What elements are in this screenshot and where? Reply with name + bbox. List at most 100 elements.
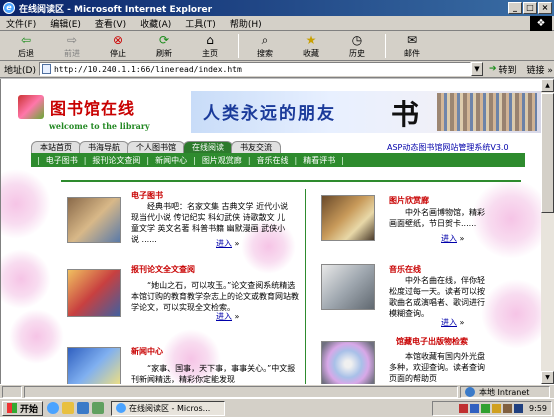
section-title-music[interactable]: 音乐在线 xyxy=(389,264,421,275)
tray-icon[interactable] xyxy=(481,404,491,413)
nav-music[interactable]: 音乐在线 xyxy=(257,155,289,166)
enter-link-gallery[interactable]: 进入 » xyxy=(441,233,464,244)
ie-icon xyxy=(116,403,127,413)
scroll-down-button[interactable]: ▼ xyxy=(541,371,554,384)
outlook-quicklaunch-icon[interactable] xyxy=(62,402,75,414)
section-title-ebooks[interactable]: 电子图书 xyxy=(131,190,163,201)
address-dropdown-button[interactable]: ▼ xyxy=(470,62,483,76)
music-thumbnail[interactable] xyxy=(321,264,375,310)
page-content: 图书馆在线 welcome to the library 人类永远的朋友 书 本… xyxy=(0,79,541,384)
back-arrow-icon: ⇦ xyxy=(20,32,32,47)
address-input[interactable]: http://10.240.1.1:66/lineread/index.htm xyxy=(38,62,471,76)
language-icon[interactable] xyxy=(514,404,524,413)
go-arrow-icon: ➔ xyxy=(488,64,497,74)
home-icon: ⌂ xyxy=(206,32,214,47)
links-button[interactable]: 链接 » xyxy=(527,63,553,76)
section-title-cdrom[interactable]: 馆藏电子出版物检索 xyxy=(396,336,468,347)
go-button[interactable]: ➔ 转到 xyxy=(489,63,517,76)
menu-edit[interactable]: 编辑(E) xyxy=(50,17,81,30)
desktop-quicklaunch-icon[interactable] xyxy=(77,402,90,414)
refresh-icon: ⟳ xyxy=(158,32,170,47)
enter-link-ebooks[interactable]: 进入 » xyxy=(216,238,239,249)
tray-icon[interactable] xyxy=(470,404,480,413)
tray-icon[interactable] xyxy=(492,404,502,413)
petal-decoration xyxy=(1,249,51,309)
toolbar-separator xyxy=(385,33,386,58)
slogan-book-char: 书 xyxy=(391,98,420,131)
tab-online-reading[interactable]: 在线阅读 xyxy=(183,141,233,153)
slogan-banner: 人类永远的朋友 书 xyxy=(191,91,541,133)
menu-file[interactable]: 文件(F) xyxy=(6,17,36,30)
home-button[interactable]: ⌂ 主页 xyxy=(188,32,232,60)
tab-personal-library[interactable]: 个人图书馆 xyxy=(127,141,185,153)
system-name[interactable]: ASP动态图书馆网站管理系统V3.0 xyxy=(387,142,509,153)
section-title-news[interactable]: 新闻中心 xyxy=(131,346,163,357)
nav-gallery[interactable]: 图片观赏廊 xyxy=(202,155,242,166)
refresh-button[interactable]: ⟳ 刷新 xyxy=(142,32,186,60)
tab-book-navigation[interactable]: 书海导航 xyxy=(79,141,129,153)
menu-tools[interactable]: 工具(T) xyxy=(185,17,216,30)
section-text-ebooks: 经典书吧：名家文集 古典文学 近代小说 现当代小说 传记纪实 科幻武侠 诗歌散文… xyxy=(131,202,289,244)
close-button[interactable]: × xyxy=(538,2,552,14)
favorites-button[interactable]: ★ 收藏 xyxy=(289,32,333,60)
section-title-gallery[interactable]: 图片欣赏廊 xyxy=(389,195,429,206)
forward-arrow-icon: ⇨ xyxy=(66,32,78,47)
tab-home[interactable]: 本站首页 xyxy=(31,141,81,153)
site-logo[interactable]: 图书馆在线 xyxy=(18,95,135,119)
address-bar: 地址(D) http://10.240.1.1:66/lineread/inde… xyxy=(0,61,554,78)
taskbar-item-ie[interactable]: 在线阅读区 - Micros... xyxy=(111,400,226,416)
site-subtitle: welcome to the library xyxy=(49,121,150,131)
cdrom-thumbnail[interactable] xyxy=(321,341,375,384)
nav-news[interactable]: 新闻中心 xyxy=(155,155,187,166)
minimize-button[interactable]: _ xyxy=(508,2,522,14)
maximize-button[interactable]: □ xyxy=(523,2,537,14)
menu-view[interactable]: 查看(V) xyxy=(95,17,126,30)
section-title-papers[interactable]: 报刊论文全文查阅 xyxy=(131,264,195,275)
ie-quicklaunch-icon[interactable] xyxy=(47,402,60,414)
section-text-music: 中外名曲在线，伴你轻松度过每一天。读者可以按歌曲名或演唱者、歌词进行模糊查询。 xyxy=(389,276,485,318)
stop-icon: ⊗ xyxy=(112,32,124,47)
channel-quicklaunch-icon[interactable] xyxy=(92,402,105,414)
papers-thumbnail[interactable] xyxy=(67,269,121,317)
ebook-thumbnail[interactable] xyxy=(67,197,121,243)
volume-icon[interactable] xyxy=(503,404,513,413)
gallery-thumbnail[interactable] xyxy=(321,195,375,241)
window-title: 在线阅读区 - Microsoft Internet Explorer xyxy=(19,4,213,15)
enter-link-papers[interactable]: 进入 » xyxy=(216,311,239,322)
windows-flag-icon xyxy=(7,403,17,413)
section-text-gallery: 中外名画博物馆，精彩画面壁纸，节日贺卡...... xyxy=(389,208,485,228)
scroll-up-button[interactable]: ▲ xyxy=(541,79,554,92)
vertical-scrollbar[interactable]: ▲ ▼ xyxy=(541,79,554,384)
start-button[interactable]: 开始 xyxy=(2,400,44,416)
stop-button[interactable]: ⊗ 停止 xyxy=(96,32,140,60)
column-divider xyxy=(305,189,306,384)
nav-ebooks[interactable]: 电子图书 xyxy=(46,155,78,166)
enter-link-music[interactable]: 进入 » xyxy=(441,317,464,328)
nav-papers[interactable]: 报刊论文查阅 xyxy=(92,155,140,166)
section-text-news: “家事、国事，天下事，事事关心。”中文报刊新闻精选，精彩你定能发现 xyxy=(131,364,296,384)
favorites-folder-icon: ★ xyxy=(305,32,317,47)
intranet-icon xyxy=(465,387,475,397)
status-text xyxy=(24,385,458,398)
back-button[interactable]: ⇦ 后退 xyxy=(4,32,48,60)
nav-storytelling[interactable]: 精看评书 xyxy=(303,155,335,166)
title-bar: e 在线阅读区 - Microsoft Internet Explorer _ … xyxy=(0,0,554,16)
search-button[interactable]: ⌕ 搜索 xyxy=(243,32,287,60)
address-url: http://10.240.1.1:66/lineread/index.htm xyxy=(53,64,242,74)
petal-decoration xyxy=(481,279,541,349)
menu-help[interactable]: 帮助(H) xyxy=(230,17,262,30)
quick-launch xyxy=(47,402,107,414)
system-tray: 9:59 xyxy=(432,401,552,416)
tab-book-friends[interactable]: 书友交流 xyxy=(231,141,281,153)
tray-icon[interactable] xyxy=(459,404,469,413)
forward-button[interactable]: ⇨ 前进 xyxy=(50,32,94,60)
history-button[interactable]: ◷ 历史 xyxy=(335,32,379,60)
address-label: 地址(D) xyxy=(4,65,36,76)
scroll-thumb[interactable] xyxy=(541,93,554,213)
menu-favorites[interactable]: 收藏(A) xyxy=(140,17,171,30)
clock[interactable]: 9:59 xyxy=(529,404,547,413)
toolbar: ⇦ 后退 ⇨ 前进 ⊗ 停止 ⟳ 刷新 ⌂ 主页 ⌕ 搜索 ★ 收藏 ◷ 历史 … xyxy=(0,31,554,61)
news-thumbnail[interactable] xyxy=(67,347,121,384)
mail-button[interactable]: ✉ 邮件 xyxy=(390,32,434,60)
book-logo-icon xyxy=(18,95,44,119)
